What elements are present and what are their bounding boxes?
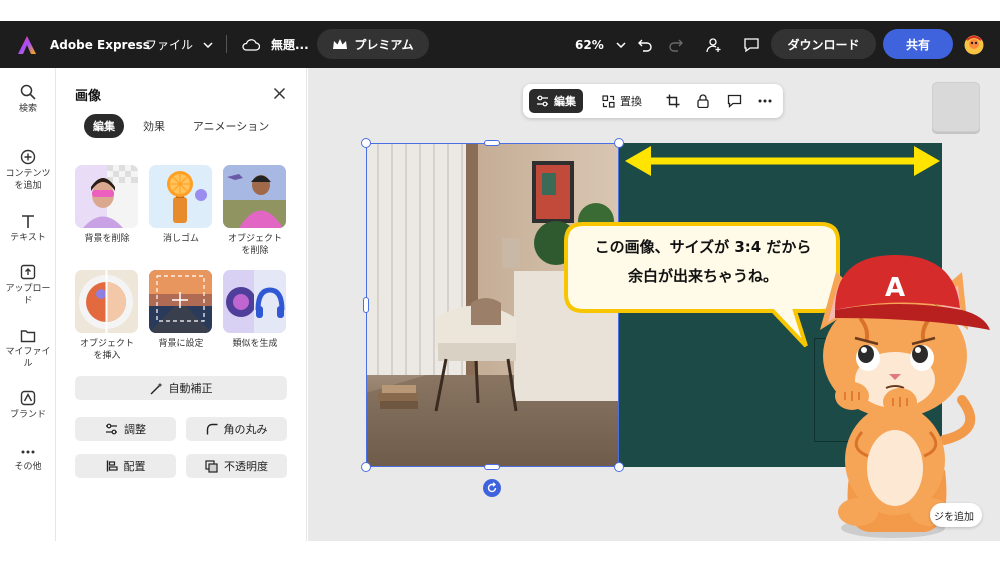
annotation-overlay: A: [564, 146, 990, 538]
cat-mascot-icon: A: [820, 255, 990, 538]
speech-bubble-text: この画像、サイズが 3:4 だから 余白が出来ちゃうね。: [572, 233, 834, 291]
svg-text:A: A: [885, 273, 905, 303]
app-window: Adobe Express ファイル 無題... プレミアム 62% ダウンロー…: [0, 0, 1000, 563]
footer-strip: [0, 541, 1000, 563]
add-page-button[interactable]: ジを追加: [930, 503, 982, 527]
bubble-line-2: 余白が出来ちゃうね。: [627, 267, 778, 285]
bubble-line-1: この画像、サイズが 3:4 だから: [594, 238, 812, 256]
double-arrow-icon: [625, 146, 940, 176]
